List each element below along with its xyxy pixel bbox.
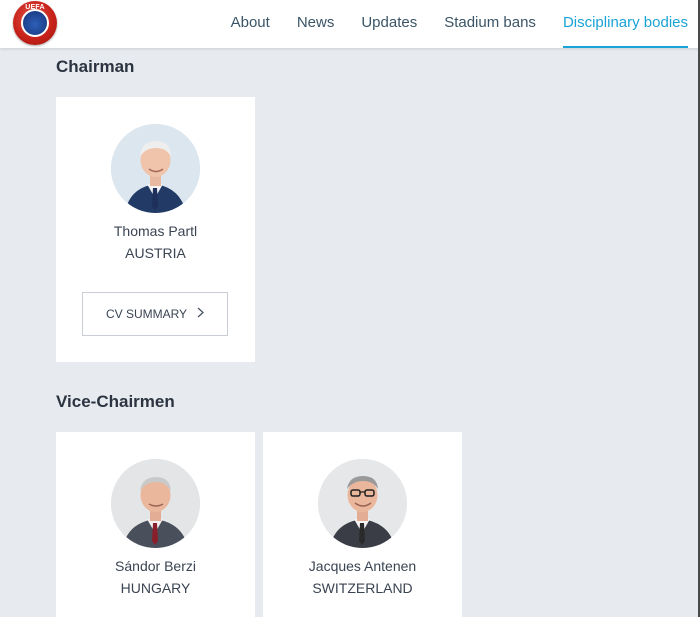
member-photo — [318, 459, 407, 548]
cv-summary-button[interactable]: CV SUMMARY — [82, 292, 228, 336]
nav-item-updates[interactable]: Updates — [361, 0, 417, 48]
uefa-logo-text: UEFA — [25, 4, 45, 11]
uefa-logo[interactable]: UEFA — [13, 1, 57, 45]
member-country: HUNGARY — [120, 580, 191, 596]
member-country: AUSTRIA — [125, 245, 186, 261]
top-navigation-bar: UEFA About News Updates Stadium bans Dis… — [0, 0, 700, 48]
nav-item-news[interactable]: News — [297, 0, 335, 48]
nav-item-stadium-bans[interactable]: Stadium bans — [444, 0, 536, 48]
member-name: Sándor Berzi — [115, 558, 196, 574]
member-card: Jacques Antenen SWITZERLAND — [263, 432, 462, 617]
member-country: SWITZERLAND — [312, 580, 413, 596]
section-title-chairman: Chairman — [56, 57, 135, 76]
nav-item-disciplinary-bodies[interactable]: Disciplinary bodies — [562, 0, 689, 48]
member-card: Thomas Partl AUSTRIA CV SUMMARY — [56, 97, 255, 362]
section-title-vice-chairmen: Vice-Chairmen — [56, 392, 175, 411]
member-photo — [111, 124, 200, 213]
member-name: Jacques Antenen — [308, 558, 417, 574]
nav-item-about[interactable]: About — [231, 0, 270, 48]
member-photo — [111, 459, 200, 548]
cv-summary-label: CV SUMMARY — [105, 307, 188, 321]
uefa-logo-emblem — [21, 9, 49, 37]
member-card: Sándor Berzi HUNGARY — [56, 432, 255, 617]
main-nav: About News Updates Stadium bans Discipli… — [204, 0, 689, 48]
member-name: Thomas Partl — [113, 223, 198, 239]
chevron-right-icon — [197, 307, 205, 321]
